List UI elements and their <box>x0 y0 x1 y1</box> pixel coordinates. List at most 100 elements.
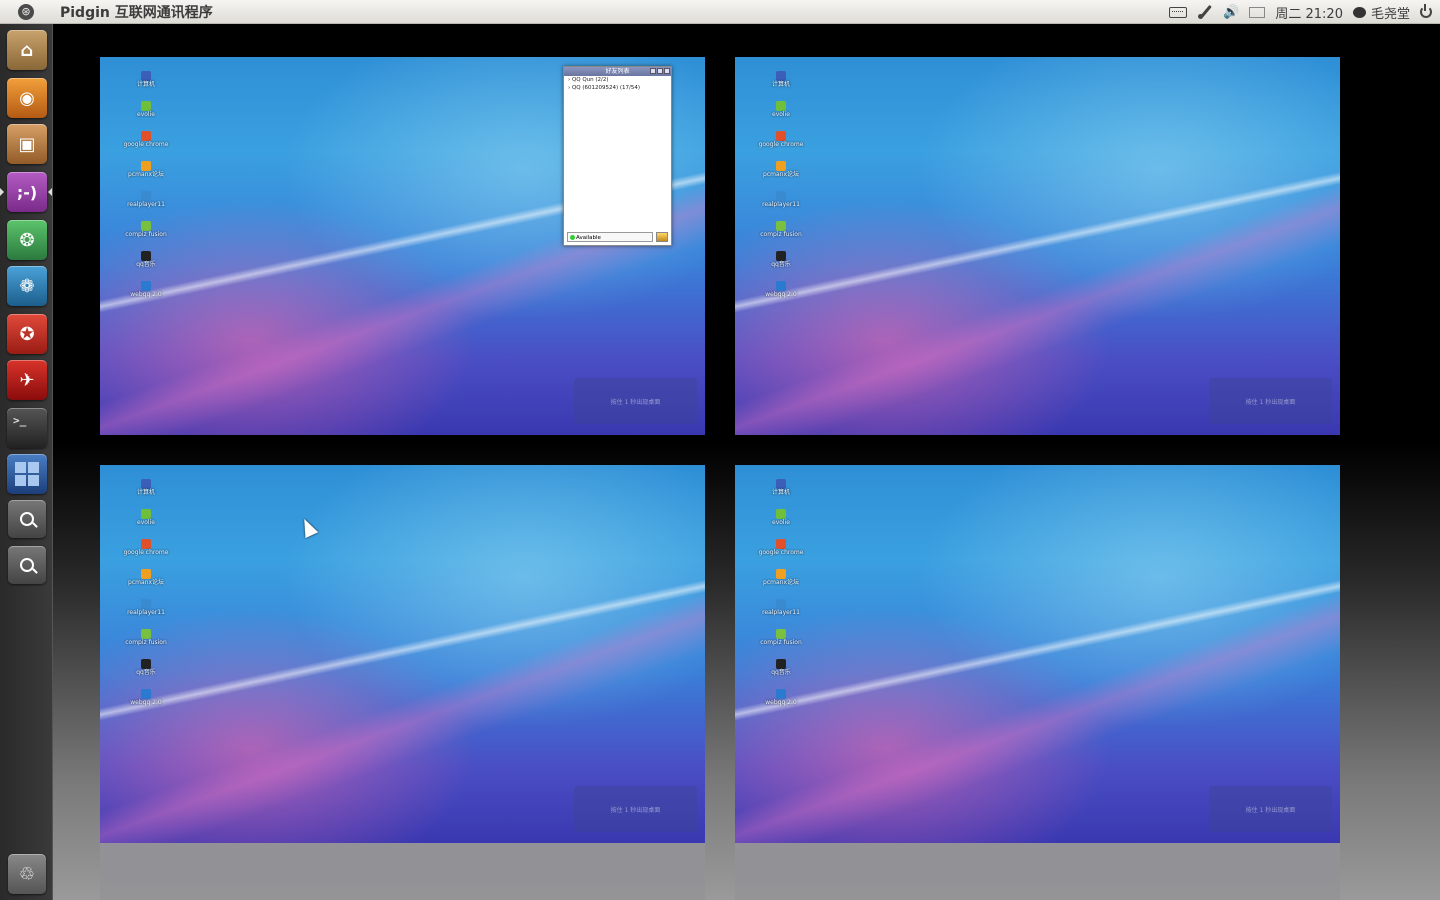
desktop-icon[interactable]: evolie <box>130 101 162 131</box>
launcher-software-center[interactable]: ▣ <box>7 124 47 164</box>
desktop-icon-label: webqq 2.0 <box>130 699 162 706</box>
launcher: ⌂ ◉ ▣ ;-) ❂ ❁ ✪ ✈ >_ ♲ <box>0 24 53 900</box>
desktop-icon[interactable]: pcmanx论坛 <box>128 161 164 191</box>
network-indicator[interactable] <box>1197 0 1213 24</box>
desktop-app-icon <box>776 569 786 579</box>
power-icon <box>1420 4 1432 18</box>
launcher-terminal[interactable]: >_ <box>7 408 47 448</box>
desktop-icon-label: compiz fusion <box>760 639 802 646</box>
buddy-group-qq[interactable]: › QQ (601209524) (17/54) <box>564 84 671 92</box>
desktop-icons: 计算机 evolie google chrome pcmanx论坛 realplayer… <box>124 71 168 311</box>
launcher-workspace-switcher[interactable] <box>7 454 47 494</box>
buddy-icon[interactable] <box>656 232 668 242</box>
desktop-icon[interactable]: 计算机 <box>765 71 797 101</box>
workspace-2[interactable]: 计算机 evolie google chrome pcmanx论坛 realplayer… <box>735 57 1340 435</box>
desktop-icon[interactable]: realplayer11 <box>127 191 165 221</box>
desktop-icon-label: qq音乐 <box>136 261 156 268</box>
maximize-button[interactable] <box>657 68 663 74</box>
desktop-icon[interactable]: evolie <box>130 509 162 539</box>
launcher-trash[interactable]: ♲ <box>8 854 46 894</box>
desktop-icon[interactable]: realplayer11 <box>762 191 800 221</box>
clock-indicator[interactable]: 周二 21:20 <box>1275 0 1343 24</box>
desktop-app-icon <box>141 221 151 231</box>
status-selector[interactable]: Available <box>567 232 653 242</box>
desktop-icon-label: compiz fusion <box>760 231 802 238</box>
desktop-icon[interactable]: webqq 2.0 <box>765 689 797 719</box>
desktop-icon[interactable]: qq音乐 <box>765 251 797 281</box>
close-button[interactable] <box>664 68 670 74</box>
desktop-icon[interactable]: google chrome <box>759 539 803 569</box>
red-app-icon: ✪ <box>19 323 35 345</box>
desktop-icon-label: 计算机 <box>136 81 155 88</box>
desktop-icon[interactable]: pcmanx论坛 <box>763 569 799 599</box>
buddy-list-window[interactable]: 好友列表 › QQ Qun (2/2) › QQ (601209524) (17… <box>563 66 672 246</box>
desktop-icon[interactable]: compiz fusion <box>760 221 802 251</box>
desktop-icon[interactable]: webqq 2.0 <box>765 281 797 311</box>
desktop-watermark: 按住 1 秒出现桌面 <box>1209 786 1332 832</box>
desktop-icon-label: qq音乐 <box>771 669 791 676</box>
keyboard-indicator[interactable] <box>1169 0 1188 24</box>
launcher-zoom-out[interactable] <box>8 546 46 584</box>
desktop-icon[interactable]: evolie <box>765 101 797 131</box>
desktop-app-icon <box>141 71 151 81</box>
indicator-area: 🔊 周二 21:20 毛尧堂 <box>1169 0 1432 24</box>
desktop-icon[interactable]: compiz fusion <box>760 629 802 659</box>
minimize-button[interactable] <box>650 68 656 74</box>
desktop-icon[interactable]: 计算机 <box>765 479 797 509</box>
desktop-icon[interactable]: compiz fusion <box>125 221 167 251</box>
desktop-icon-label: evolie <box>772 111 790 118</box>
desktop-icon[interactable]: pcmanx论坛 <box>128 569 164 599</box>
desktop-app-icon <box>141 251 151 261</box>
desktop-app-icon <box>776 629 786 639</box>
me-menu[interactable]: 毛尧堂 <box>1352 0 1410 24</box>
desktop-icon[interactable]: qq音乐 <box>130 659 162 689</box>
launcher-swirl-app[interactable]: ❁ <box>7 266 47 306</box>
desktop-icon[interactable]: realplayer11 <box>762 599 800 629</box>
buddy-group-qq-qun[interactable]: › QQ Qun (2/2) <box>564 76 671 84</box>
desktop-app-icon <box>141 569 151 579</box>
desktop-icon[interactable]: 计算机 <box>130 71 162 101</box>
messaging-indicator[interactable] <box>1249 0 1266 24</box>
desktop-icon[interactable]: webqq 2.0 <box>130 689 162 719</box>
desktop-icon[interactable]: google chrome <box>759 131 803 161</box>
desktop-icon[interactable]: 计算机 <box>130 479 162 509</box>
desktop-icon[interactable]: pcmanx论坛 <box>763 161 799 191</box>
desktop-app-icon <box>141 509 151 519</box>
launcher-home-folder[interactable]: ⌂ <box>7 30 47 70</box>
workspace-1[interactable]: 计算机 evolie google chrome pcmanx论坛 realplayer… <box>100 57 705 435</box>
buddy-list-titlebar[interactable]: 好友列表 <box>564 67 671 76</box>
desktop-app-icon <box>776 131 786 141</box>
launcher-zoom-in[interactable] <box>8 500 46 538</box>
launcher-pidgin[interactable]: ;-) <box>7 172 47 212</box>
desktop-icon[interactable]: compiz fusion <box>125 629 167 659</box>
desktop-watermark: 按住 1 秒出现桌面 <box>1209 378 1332 424</box>
desktop-app-icon <box>141 281 151 291</box>
user-name: 毛尧堂 <box>1370 6 1410 22</box>
desktop-icon[interactable]: evolie <box>765 509 797 539</box>
acrobat-icon: ✈ <box>19 369 35 391</box>
desktop-icon[interactable]: google chrome <box>124 131 168 161</box>
launcher-chat-client[interactable]: ❂ <box>7 220 47 260</box>
zoom-in-icon <box>20 512 34 526</box>
desktop-icon[interactable]: webqq 2.0 <box>130 281 162 311</box>
ubuntu-logo-button[interactable]: ⊛ <box>0 0 52 24</box>
desktop-icon-label: realplayer11 <box>127 609 165 616</box>
speaker-icon: 🔊 <box>1223 4 1240 20</box>
desktop-app-icon <box>776 221 786 231</box>
session-indicator[interactable] <box>1420 0 1432 24</box>
workspace-3[interactable]: 计算机 evolie google chrome pcmanx论坛 realplayer… <box>100 465 705 843</box>
active-app-title: Pidgin 互联网通讯程序 <box>60 4 213 21</box>
desktop-icon-label: qq音乐 <box>771 261 791 268</box>
desktop-icon-label: 计算机 <box>771 489 790 496</box>
zoom-out-icon <box>20 558 34 572</box>
desktop-icon[interactable]: google chrome <box>124 539 168 569</box>
launcher-acrobat-reader[interactable]: ✈ <box>7 360 47 400</box>
sound-indicator[interactable]: 🔊 <box>1223 0 1239 24</box>
desktop-app-icon <box>141 479 151 489</box>
desktop-icon[interactable]: realplayer11 <box>127 599 165 629</box>
launcher-red-app[interactable]: ✪ <box>7 314 47 354</box>
workspace-4[interactable]: 计算机 evolie google chrome pcmanx论坛 realplayer… <box>735 465 1340 843</box>
desktop-icon[interactable]: qq音乐 <box>765 659 797 689</box>
launcher-firefox[interactable]: ◉ <box>7 78 47 118</box>
desktop-icon[interactable]: qq音乐 <box>130 251 162 281</box>
